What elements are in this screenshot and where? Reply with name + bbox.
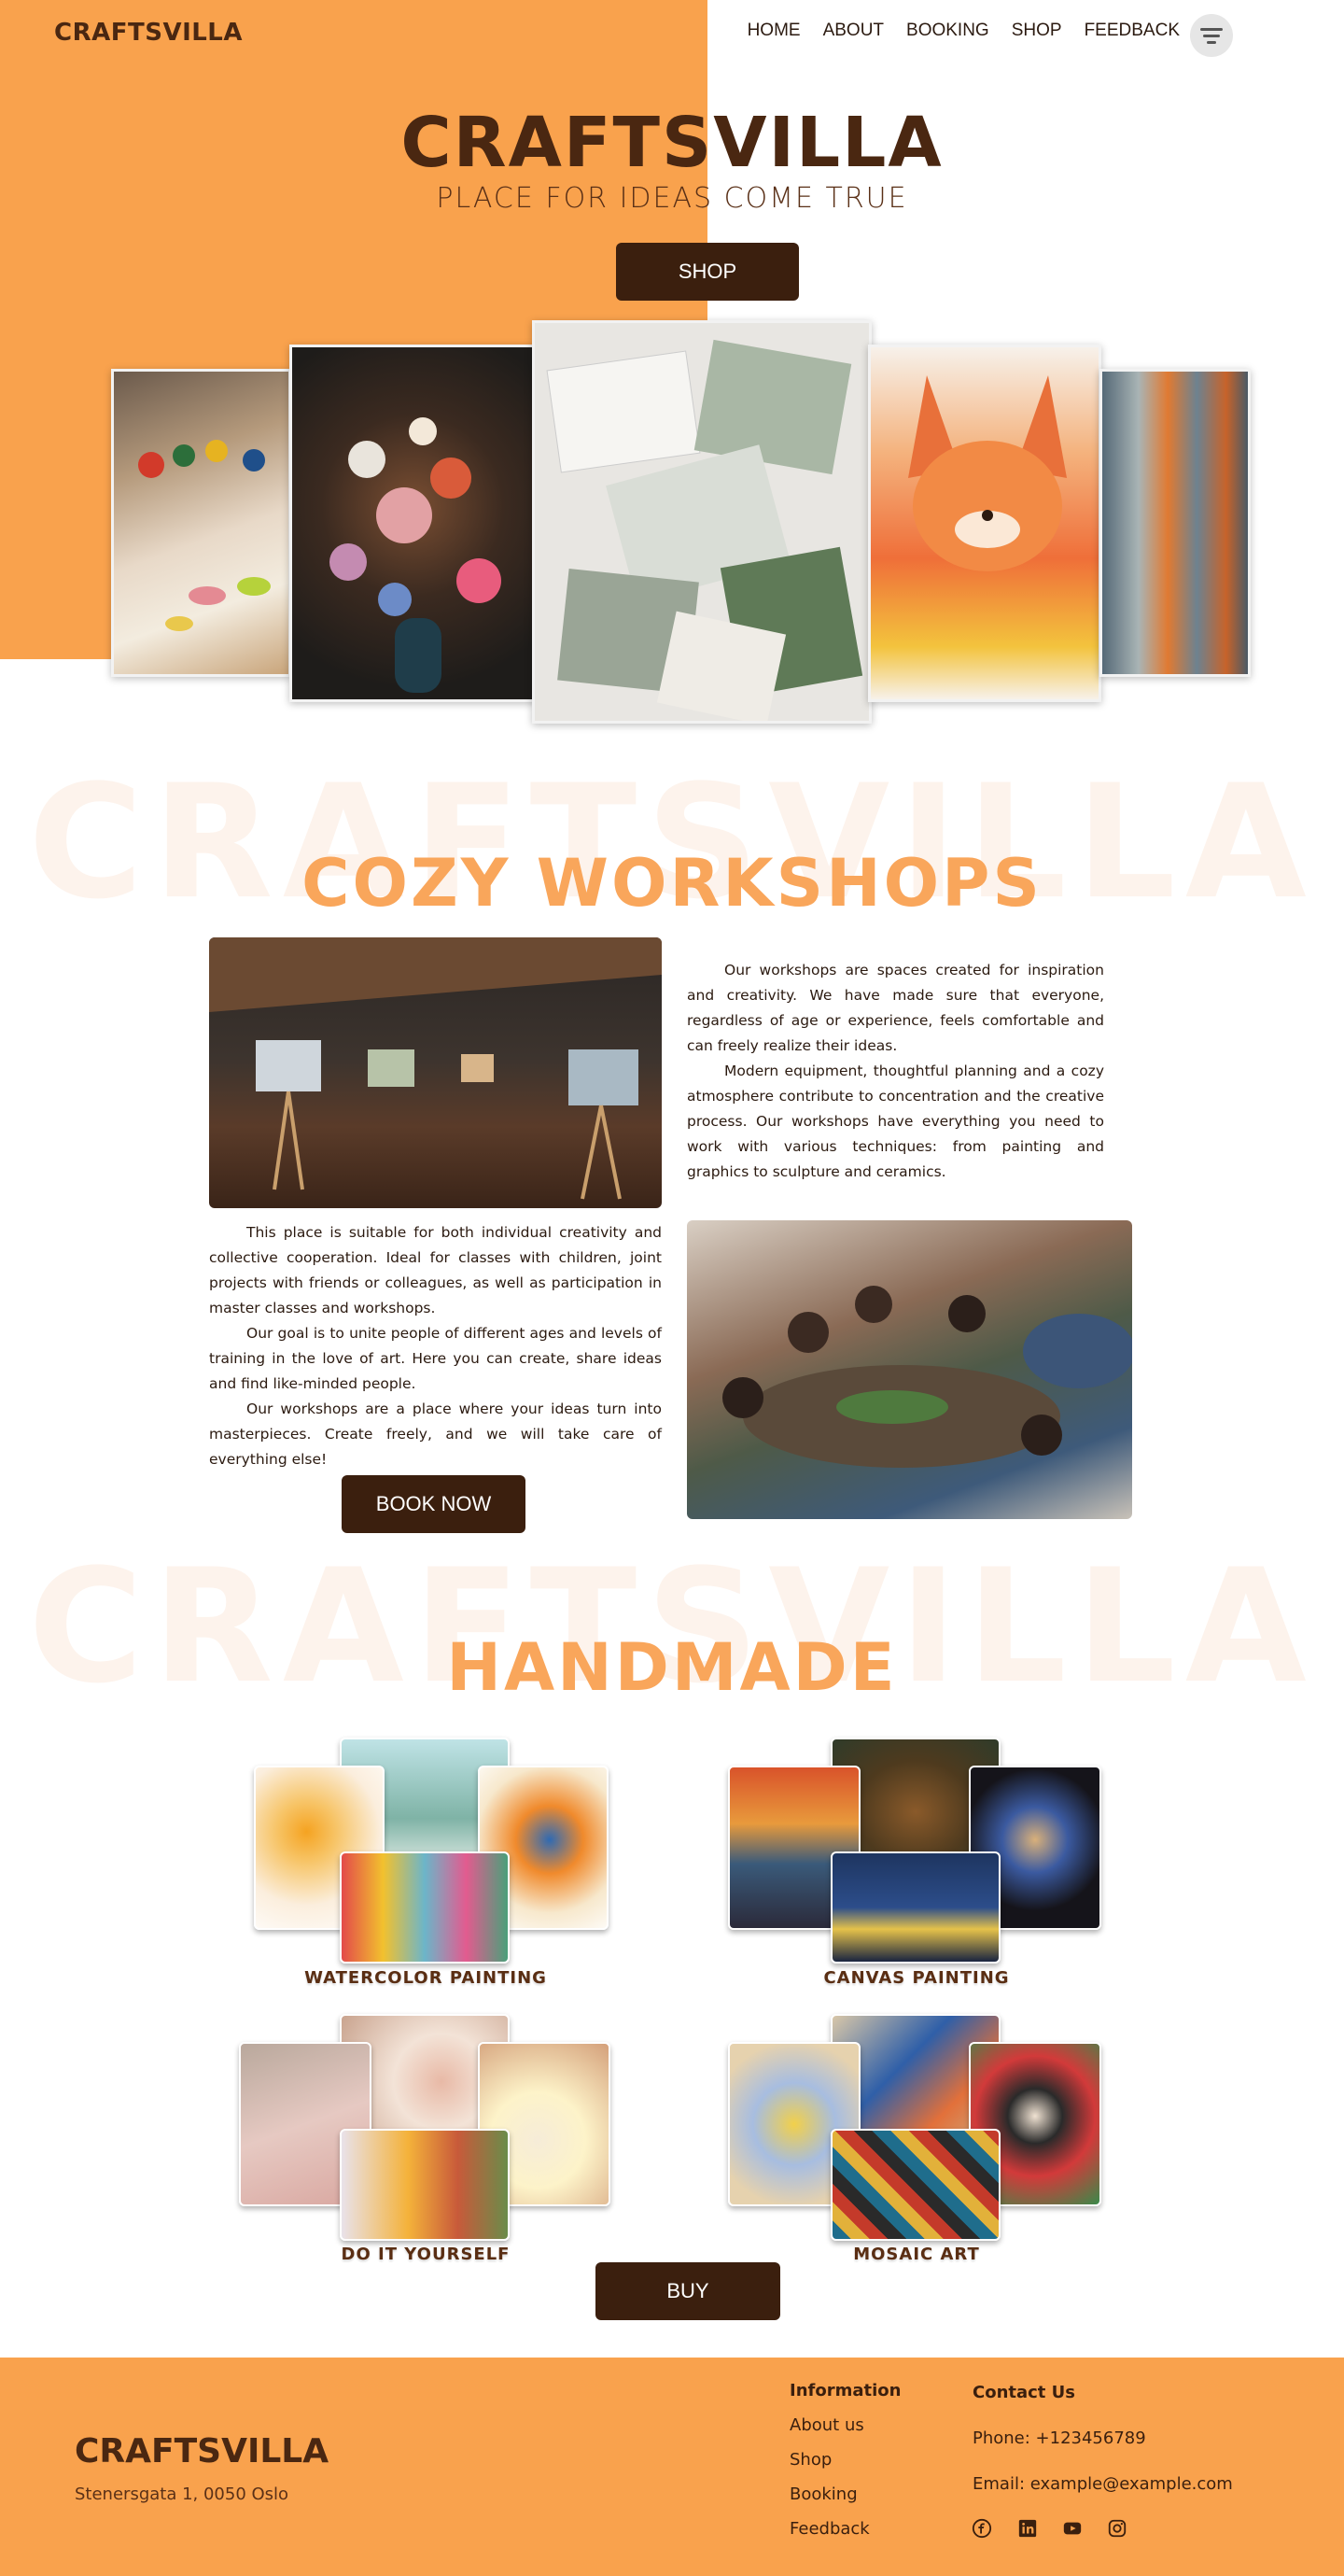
buy-button[interactable]: BUY (595, 2262, 780, 2320)
shop-button[interactable]: SHOP (616, 243, 799, 301)
nav-booking[interactable]: BOOKING (906, 21, 989, 41)
instagram-icon[interactable] (1107, 2518, 1127, 2539)
canvas-image (831, 1851, 1001, 1964)
category-mosaic[interactable]: MOSAIC ART (730, 2245, 1103, 2264)
hero-subtitle: PLACE FOR IDEAS COME TRUE (436, 182, 908, 215)
paragraph: This place is suitable for both individu… (209, 1224, 662, 1316)
paragraph: Our goal is to unite people of different… (209, 1325, 662, 1392)
nav-shop[interactable]: SHOP (1012, 21, 1062, 41)
gallery-image-abstract (1099, 369, 1251, 677)
footer-contact-title: Contact Us (973, 2383, 1076, 2402)
handmade-title: HANDMADE (446, 1629, 898, 1706)
gallery-image-fox (868, 345, 1101, 702)
menu-button[interactable] (1190, 14, 1233, 57)
linkedin-icon[interactable] (1017, 2518, 1038, 2539)
category-diy[interactable]: DO IT YOURSELF (239, 2245, 612, 2264)
mosaic-image (831, 2129, 1001, 2241)
footer-address: Stenersgata 1, 0050 Oslo (75, 2485, 289, 2504)
menu-icon (1200, 27, 1223, 31)
book-now-button[interactable]: BOOK NOW (342, 1475, 525, 1533)
site-logo[interactable]: CRAFTSVILLA (54, 19, 243, 47)
paragraph: Our workshops are a place where your ide… (209, 1401, 662, 1468)
workshop-photo-group (687, 1220, 1132, 1519)
watercolor-image (340, 1851, 510, 1964)
footer-link-shop[interactable]: Shop (790, 2450, 832, 2470)
footer-link-about[interactable]: About us (790, 2415, 864, 2435)
workshop-photo-easels (209, 937, 662, 1208)
nav-home[interactable]: HOME (748, 21, 801, 41)
youtube-icon[interactable] (1062, 2518, 1083, 2539)
gallery-image-sketches (532, 320, 872, 724)
footer-email[interactable]: Email: example@example.com (973, 2474, 1233, 2494)
gallery-image-flowers (289, 345, 537, 702)
diy-image (340, 2129, 510, 2241)
workshops-text-right: Our workshops are spaces created for ins… (687, 958, 1104, 1185)
footer: CRAFTSVILLA Stenersgata 1, 0050 Oslo Inf… (0, 2358, 1344, 2576)
category-canvas[interactable]: CANVAS PAINTING (730, 1968, 1103, 1988)
footer-link-feedback[interactable]: Feedback (790, 2519, 870, 2539)
nav-about[interactable]: ABOUT (823, 21, 884, 41)
workshops-title: COZY WORKSHOPS (301, 845, 1043, 922)
paragraph: Our workshops are spaces created for ins… (687, 962, 1104, 1054)
nav-feedback[interactable]: FEEDBACK (1085, 21, 1180, 41)
paragraph: Modern equipment, thoughtful planning an… (687, 1063, 1104, 1180)
workshops-text-left: This place is suitable for both individu… (209, 1220, 662, 1472)
gallery-image-paints (111, 369, 291, 677)
footer-info-title: Information (790, 2381, 902, 2400)
main-nav: HOME ABOUT BOOKING SHOP FEEDBACK (725, 21, 1180, 41)
footer-link-booking[interactable]: Booking (790, 2485, 858, 2504)
footer-logo[interactable]: CRAFTSVILLA (75, 2432, 329, 2470)
category-watercolor[interactable]: WATERCOLOR PAINTING (239, 1968, 612, 1988)
hero-title: CRAFTSVILLA (400, 103, 944, 183)
footer-phone: Phone: +123456789 (973, 2428, 1146, 2448)
facebook-icon[interactable] (972, 2518, 992, 2539)
